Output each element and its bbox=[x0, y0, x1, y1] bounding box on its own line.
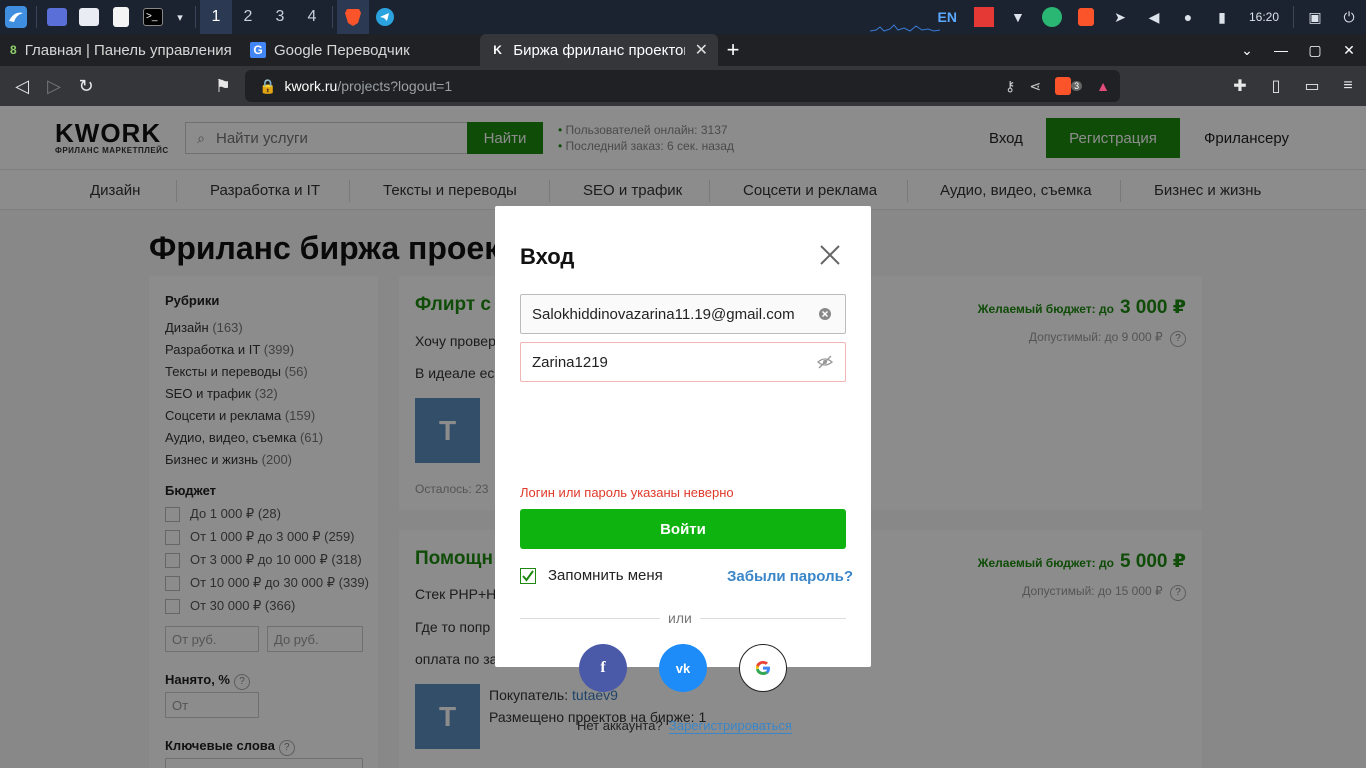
power-icon[interactable]: ⏻ bbox=[1332, 0, 1366, 34]
terminal-icon[interactable]: >_ bbox=[137, 0, 169, 34]
google-login-button[interactable] bbox=[739, 644, 787, 692]
vk-login-button[interactable]: vk bbox=[659, 644, 707, 692]
tab-google-translate[interactable]: G Google Переводчик bbox=[240, 34, 480, 66]
wifi-icon[interactable]: ▼ bbox=[1001, 0, 1035, 34]
email-field[interactable]: Salokhiddinovazarina11.19@gmail.com bbox=[520, 294, 846, 334]
key-icon[interactable]: ⚷ bbox=[1005, 78, 1015, 95]
remember-me-checkbox[interactable]: Запомнить меня bbox=[520, 567, 663, 584]
share-icon[interactable]: ⋖ bbox=[1029, 78, 1041, 95]
shields-badge: 3 bbox=[1071, 81, 1083, 91]
tab-label: Google Переводчик bbox=[274, 41, 410, 59]
volume-icon[interactable]: ◀ bbox=[1137, 0, 1171, 34]
remember-me-label: Запомнить меня bbox=[548, 567, 663, 584]
address-bar[interactable]: 🔒 kwork.ru/projects?logout=1 ⚷ ⋖ 3 ▲ bbox=[245, 70, 1120, 102]
os-taskbar: >_ ▾ 1 2 3 4 EN ▼ ➤ ◀ ● ▮ 16:20 ▣ ⏻ bbox=[0, 0, 1366, 34]
text-editor-icon[interactable] bbox=[105, 0, 137, 34]
tab-label: Главная | Панель управления bbox=[24, 41, 232, 59]
url-path: /projects?logout=1 bbox=[337, 78, 453, 94]
tab-label: Биржа фриланс проектов bbox=[513, 41, 685, 59]
bell-icon[interactable]: ● bbox=[1171, 0, 1205, 34]
kwork-favicon-icon: K bbox=[493, 43, 502, 57]
battery-icon[interactable]: ▮ bbox=[1205, 0, 1239, 34]
no-account-text: Нет аккаунта? bbox=[577, 718, 663, 733]
brave-rewards-icon[interactable]: ▲ bbox=[1096, 78, 1110, 94]
desktop-icon[interactable] bbox=[41, 0, 73, 34]
telegram-tray-icon[interactable]: ➤ bbox=[1103, 0, 1137, 34]
close-tab-icon[interactable]: ✕ bbox=[695, 40, 708, 60]
forgot-password-link[interactable]: Забыли пароль? bbox=[727, 568, 853, 585]
workspace-3[interactable]: 3 bbox=[264, 0, 296, 34]
login-error-message: Логин или пароль указаны неверно bbox=[520, 485, 734, 500]
workspace-4[interactable]: 4 bbox=[296, 0, 328, 34]
brave-shields-icon[interactable]: 3 bbox=[1055, 77, 1083, 95]
lock-site-icon: 🔒 bbox=[259, 77, 277, 94]
page-content: KWORK ФРИЛАНС МАРКЕТПЛЕЙС ⌕ Найти • Поль… bbox=[0, 106, 1366, 768]
back-icon[interactable]: ◁ bbox=[6, 70, 38, 102]
anydesk-icon[interactable] bbox=[967, 0, 1001, 34]
clock[interactable]: 16:20 bbox=[1239, 10, 1289, 24]
tab-dashboard[interactable]: 8 Главная | Панель управления bbox=[0, 34, 240, 66]
google-icon bbox=[755, 661, 770, 675]
file-manager-icon[interactable] bbox=[73, 0, 105, 34]
login-submit-button[interactable]: Войти bbox=[520, 509, 846, 549]
tab-search-chevron-icon[interactable]: ⌄ bbox=[1230, 42, 1264, 59]
google-translate-favicon-icon: G bbox=[250, 42, 266, 58]
sidebar-icon[interactable]: ▯ bbox=[1258, 76, 1294, 96]
facebook-login-button[interactable]: f bbox=[579, 644, 627, 692]
modal-title: Вход bbox=[520, 244, 575, 269]
sync-icon[interactable] bbox=[1035, 0, 1069, 34]
browser-toolbar: ◁ ▷ ↻ ⚑ 🔒 kwork.ru/projects?logout=1 ⚷ ⋖… bbox=[0, 66, 1366, 106]
reload-icon[interactable]: ↻ bbox=[70, 70, 102, 102]
close-window-icon[interactable]: ✕ bbox=[1332, 42, 1366, 59]
wallet-icon[interactable]: ▭ bbox=[1294, 76, 1330, 96]
url-host: kwork.ru bbox=[284, 78, 338, 94]
register-link[interactable]: Зарегистрироваться bbox=[669, 718, 792, 734]
email-value: Salokhiddinovazarina11.19@gmail.com bbox=[532, 305, 795, 323]
workspace-2[interactable]: 2 bbox=[232, 0, 264, 34]
new-tab-button[interactable]: + bbox=[718, 37, 748, 63]
close-icon[interactable] bbox=[819, 244, 841, 266]
tab-kwork[interactable]: K Биржа фриланс проектов ✕ bbox=[480, 34, 718, 66]
eye-off-icon[interactable] bbox=[817, 354, 833, 370]
browser-tab-strip: 8 Главная | Панель управления G Google П… bbox=[0, 34, 1366, 66]
password-value: Zarina1219 bbox=[532, 353, 608, 371]
keyboard-layout[interactable]: EN bbox=[928, 9, 967, 25]
brave-browser-icon[interactable] bbox=[337, 0, 369, 34]
or-separator: или bbox=[660, 610, 700, 626]
workspace-1[interactable]: 1 bbox=[200, 0, 232, 34]
telegram-icon[interactable] bbox=[369, 0, 401, 34]
lock-icon[interactable]: ▣ bbox=[1298, 0, 1332, 34]
forward-icon[interactable]: ▷ bbox=[38, 70, 70, 102]
app-menu-icon[interactable] bbox=[0, 0, 32, 34]
vk-icon: vk bbox=[675, 660, 691, 676]
brave-tray-icon[interactable] bbox=[1069, 0, 1103, 34]
facebook-icon: f bbox=[600, 659, 606, 676]
dashboard-favicon-icon: 8 bbox=[10, 43, 17, 57]
checkbox-checked-icon[interactable] bbox=[520, 567, 536, 584]
login-modal: Вход Salokhiddinovazarina11.19@gmail.com… bbox=[495, 206, 871, 734]
maximize-icon[interactable]: ▢ bbox=[1298, 42, 1332, 59]
browser-menu-icon[interactable]: ≡ bbox=[1330, 77, 1366, 95]
minimize-icon[interactable]: — bbox=[1264, 42, 1298, 58]
chevron-down-icon[interactable]: ▾ bbox=[169, 0, 191, 34]
bookmark-icon[interactable]: ⚑ bbox=[207, 70, 239, 102]
extensions-icon[interactable]: ✚ bbox=[1222, 76, 1258, 96]
password-field[interactable]: Zarina1219 bbox=[520, 342, 846, 382]
clear-input-icon[interactable] bbox=[817, 306, 833, 322]
